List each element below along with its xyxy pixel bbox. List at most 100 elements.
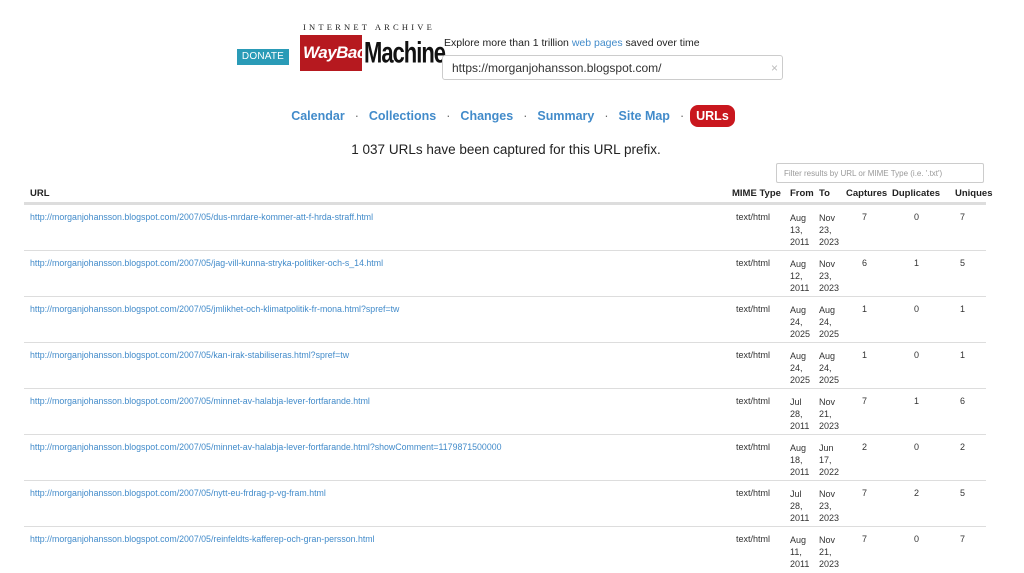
from-date-part: Jul	[790, 489, 802, 499]
from-date-part: 2011	[790, 467, 810, 477]
url-link[interactable]: http://morganjohansson.blogspot.com/2007…	[30, 304, 399, 314]
donate-button[interactable]: DONATE	[237, 49, 289, 65]
column-header-to[interactable]: To	[819, 188, 830, 199]
table-row: http://morganjohansson.blogspot.com/2007…	[24, 388, 986, 434]
from-date-part: Jul	[790, 397, 802, 407]
from-date-cell: Aug 11, 2011	[790, 534, 809, 570]
captures-cell: 7	[862, 488, 868, 498]
duplicates-cell: 0	[914, 304, 920, 314]
column-header-uniques[interactable]: Uniques	[955, 188, 992, 199]
tagline: Explore more than 1 trillion web pages s…	[444, 37, 700, 49]
table-row: http://morganjohansson.blogspot.com/2007…	[24, 250, 986, 296]
table-row: http://morganjohansson.blogspot.com/2007…	[24, 434, 986, 480]
duplicates-cell: 0	[914, 442, 920, 452]
url-search-box: ×	[442, 55, 783, 80]
from-date-part: 11,	[790, 547, 802, 557]
url-link[interactable]: http://morganjohansson.blogspot.com/2007…	[30, 396, 370, 406]
tab-urls[interactable]: URLs	[690, 105, 735, 127]
to-date-part: Aug	[819, 351, 836, 361]
mime-type-cell: text/html	[736, 442, 771, 452]
column-header-captures[interactable]: Captures	[846, 188, 887, 199]
to-date-part: Nov	[819, 259, 836, 269]
captures-cell: 1	[862, 304, 868, 314]
column-header-from[interactable]: From	[790, 188, 814, 199]
to-date-part: 23,	[819, 271, 832, 281]
from-date-cell: Aug 13, 2011	[790, 212, 809, 248]
url-link[interactable]: http://morganjohansson.blogspot.com/2007…	[30, 442, 502, 452]
url-link[interactable]: http://morganjohansson.blogspot.com/2007…	[30, 258, 383, 268]
from-date-cell: Aug 24, 2025	[790, 350, 810, 386]
url-link[interactable]: http://morganjohansson.blogspot.com/2007…	[30, 488, 326, 498]
from-date-cell: Aug 24, 2025	[790, 304, 810, 340]
to-date-cell: Nov 21, 2023	[819, 396, 839, 432]
to-date-part: Nov	[819, 489, 836, 499]
from-date-cell: Jul 28, 2011	[790, 396, 809, 432]
logo-machine-text: Machine	[364, 35, 446, 70]
to-date-part: 23,	[819, 225, 832, 235]
to-date-part: Nov	[819, 535, 836, 545]
mime-type-cell: text/html	[736, 258, 771, 268]
to-date-cell: Nov 23, 2023	[819, 212, 839, 248]
from-date-part: 2011	[790, 283, 810, 293]
from-date-part: Aug	[790, 305, 807, 315]
from-date-cell: Aug 18, 2011	[790, 442, 809, 478]
wayback-machine-logo[interactable]: INTERNET ARCHIVE WayBack Machine	[300, 22, 446, 74]
captures-cell: 6	[862, 258, 868, 268]
to-date-part: 2025	[819, 329, 840, 339]
url-count-summary: 1 037 URLs have been captured for this U…	[351, 142, 661, 157]
column-header-mime-type[interactable]: MIME Type	[732, 188, 781, 199]
from-date-cell: Aug 12, 2011	[790, 258, 809, 294]
from-date-part: 13,	[790, 225, 803, 235]
web-pages-link[interactable]: web pages	[572, 37, 623, 49]
to-date-part: 24,	[819, 363, 832, 373]
table-row: http://morganjohansson.blogspot.com/2007…	[24, 204, 986, 250]
duplicates-cell: 1	[914, 258, 920, 268]
filter-input[interactable]	[784, 167, 980, 180]
captures-cell: 7	[862, 534, 868, 544]
mime-type-cell: text/html	[736, 488, 771, 498]
nav-separator: ·	[604, 109, 609, 123]
uniques-cell: 2	[960, 442, 966, 452]
from-date-part: 24,	[790, 363, 803, 373]
tagline-suffix: saved over time	[622, 37, 700, 49]
to-date-cell: Nov 21, 2023	[819, 534, 839, 570]
to-date-part: 17,	[819, 455, 832, 465]
from-date-part: 18,	[790, 455, 803, 465]
to-date-cell: Aug 24, 2025	[819, 350, 839, 386]
to-date-part: 21,	[819, 547, 832, 557]
from-date-part: 2011	[790, 421, 810, 431]
tab-collections[interactable]: Collections	[367, 109, 438, 123]
column-header-url[interactable]: URL	[30, 188, 50, 199]
nav-separator: ·	[679, 109, 685, 123]
from-date-part: 12,	[790, 271, 803, 281]
table-header: URL MIME Type From To Captures Duplicate…	[24, 182, 992, 204]
url-link[interactable]: http://morganjohansson.blogspot.com/2007…	[30, 350, 349, 360]
from-date-part: Aug	[790, 351, 807, 361]
uniques-cell: 7	[960, 212, 966, 222]
uniques-cell: 1	[960, 304, 966, 314]
table-row: http://morganjohansson.blogspot.com/2007…	[24, 480, 986, 526]
tab-site-map[interactable]: Site Map	[617, 109, 672, 123]
url-link[interactable]: http://morganjohansson.blogspot.com/2007…	[30, 534, 375, 544]
tab-summary[interactable]: Summary	[535, 109, 596, 123]
from-date-part: 2011	[790, 237, 810, 247]
tab-calendar[interactable]: Calendar	[289, 109, 347, 123]
url-search-input[interactable]	[452, 60, 752, 76]
captures-cell: 7	[862, 212, 868, 222]
column-header-duplicates[interactable]: Duplicates	[892, 188, 940, 199]
to-date-part: Nov	[819, 397, 836, 407]
tab-changes[interactable]: Changes	[458, 109, 515, 123]
duplicates-cell: 0	[914, 350, 920, 360]
mime-type-cell: text/html	[736, 350, 771, 360]
table-row: http://morganjohansson.blogspot.com/2007…	[24, 296, 986, 342]
url-link[interactable]: http://morganjohansson.blogspot.com/2007…	[30, 212, 373, 222]
mime-type-cell: text/html	[736, 534, 771, 544]
to-date-cell: Nov 23, 2023	[819, 258, 839, 294]
clear-icon[interactable]: ×	[771, 60, 778, 76]
to-date-part: 2023	[819, 283, 840, 293]
from-date-part: 2025	[790, 375, 811, 385]
captures-cell: 1	[862, 350, 868, 360]
from-date-part: Aug	[790, 535, 807, 545]
nav-separator: ·	[354, 109, 359, 123]
duplicates-cell: 0	[914, 212, 920, 222]
